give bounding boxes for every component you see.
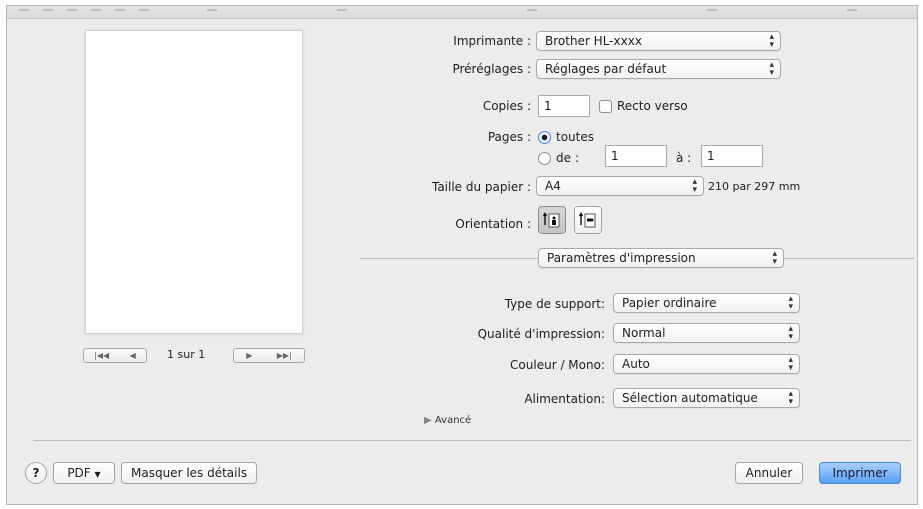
orientation-label: Orientation : — [455, 217, 531, 231]
print-button[interactable]: Imprimer — [819, 462, 901, 484]
landscape-orientation-icon — [579, 212, 596, 228]
paper-source-popup[interactable]: Sélection automatique ▴ ▾ — [613, 388, 800, 408]
popup-arrows-icon: ▴ ▾ — [788, 355, 793, 373]
media-type-value: Papier ordinaire — [622, 296, 717, 310]
preview-next-last-buttons[interactable]: ▶ ▶▶| — [233, 348, 305, 363]
help-button[interactable]: ? — [25, 462, 47, 484]
presets-label: Préréglages : — [452, 62, 531, 76]
paper-size-popup[interactable]: A4 ▴ ▾ — [536, 176, 704, 196]
pdf-button[interactable]: PDF ▼ — [53, 462, 115, 484]
orientation-landscape-button[interactable] — [574, 206, 602, 234]
first-page-icon[interactable]: |◀◀ — [94, 351, 109, 360]
presets-popup[interactable]: Réglages par défaut ▴ ▾ — [536, 59, 781, 79]
paper-source-label: Alimentation: — [524, 392, 605, 406]
next-page-icon[interactable]: ▶ — [246, 351, 252, 360]
popup-arrows-icon: ▴ ▾ — [788, 324, 793, 342]
popup-arrows-icon: ▴ ▾ — [772, 249, 777, 267]
window-top-strip — [7, 6, 917, 19]
copies-label: Copies : — [482, 99, 531, 113]
printer-popup[interactable]: Brother HL-xxxx ▴ ▾ — [536, 31, 781, 51]
portrait-orientation-icon — [543, 212, 560, 228]
previous-page-icon[interactable]: ◀ — [130, 351, 136, 360]
popup-arrows-icon: ▴ ▾ — [788, 294, 793, 312]
section-divider-right — [784, 258, 914, 259]
page-preview — [85, 30, 303, 334]
popup-arrows-icon: ▴ ▾ — [769, 32, 774, 50]
advanced-label: Avancé — [434, 415, 472, 426]
disclosure-triangle-icon: ▶ — [424, 415, 432, 426]
popup-arrows-icon: ▴ ▾ — [769, 60, 774, 78]
orientation-portrait-button[interactable] — [538, 206, 566, 234]
pages-label: Pages : — [487, 130, 531, 144]
duplex-label: Recto verso — [617, 99, 688, 113]
section-divider-left — [360, 258, 538, 259]
media-type-label: Type de support: — [504, 297, 605, 311]
media-type-popup[interactable]: Papier ordinaire ▴ ▾ — [613, 293, 800, 313]
popup-arrows-icon: ▴ ▾ — [692, 177, 697, 195]
footer-divider — [33, 440, 911, 441]
preview-page-counter: 1 sur 1 — [167, 348, 206, 361]
section-popup-value: Paramètres d'impression — [547, 251, 696, 265]
pdf-label: PDF — [67, 466, 91, 480]
paper-dimensions: 210 par 297 mm — [708, 180, 801, 193]
chevron-down-icon: ▼ — [94, 470, 101, 479]
color-mono-value: Auto — [622, 357, 650, 371]
pages-range-label: de : — [556, 151, 579, 165]
paper-size-value: A4 — [545, 179, 561, 193]
duplex-checkbox[interactable] — [599, 100, 612, 113]
print-quality-value: Normal — [622, 326, 666, 340]
print-quality-popup[interactable]: Normal ▴ ▾ — [613, 323, 800, 343]
pages-from-field[interactable]: 1 — [605, 145, 667, 167]
pages-all-label: toutes — [556, 130, 594, 144]
cancel-button[interactable]: Annuler — [735, 462, 803, 484]
color-mono-label: Couleur / Mono: — [510, 358, 605, 372]
section-popup[interactable]: Paramètres d'impression ▴ ▾ — [538, 248, 784, 268]
pages-to-field[interactable]: 1 — [701, 145, 763, 167]
printer-value: Brother HL-xxxx — [545, 34, 642, 48]
advanced-disclosure[interactable]: ▶ Avancé — [424, 415, 471, 426]
presets-value: Réglages par défaut — [545, 62, 667, 76]
paper-source-value: Sélection automatique — [622, 391, 758, 405]
last-page-icon[interactable]: ▶▶| — [277, 351, 292, 360]
color-mono-popup[interactable]: Auto ▴ ▾ — [613, 354, 800, 374]
hide-details-button[interactable]: Masquer les détails — [121, 462, 257, 484]
popup-arrows-icon: ▴ ▾ — [788, 389, 793, 407]
pages-all-radio[interactable] — [538, 131, 551, 144]
paper-size-label: Taille du papier : — [431, 180, 531, 194]
pages-to-label: à : — [676, 151, 692, 165]
pages-range-radio[interactable] — [538, 152, 551, 165]
copies-field[interactable]: 1 — [538, 95, 590, 117]
printer-label: Imprimante : — [453, 34, 531, 48]
print-dialog: |◀◀ ◀ 1 sur 1 ▶ ▶▶| Imprimante : Brother… — [6, 5, 918, 505]
print-quality-label: Qualité d'impression: — [477, 327, 605, 341]
preview-first-prev-buttons[interactable]: |◀◀ ◀ — [83, 348, 147, 363]
